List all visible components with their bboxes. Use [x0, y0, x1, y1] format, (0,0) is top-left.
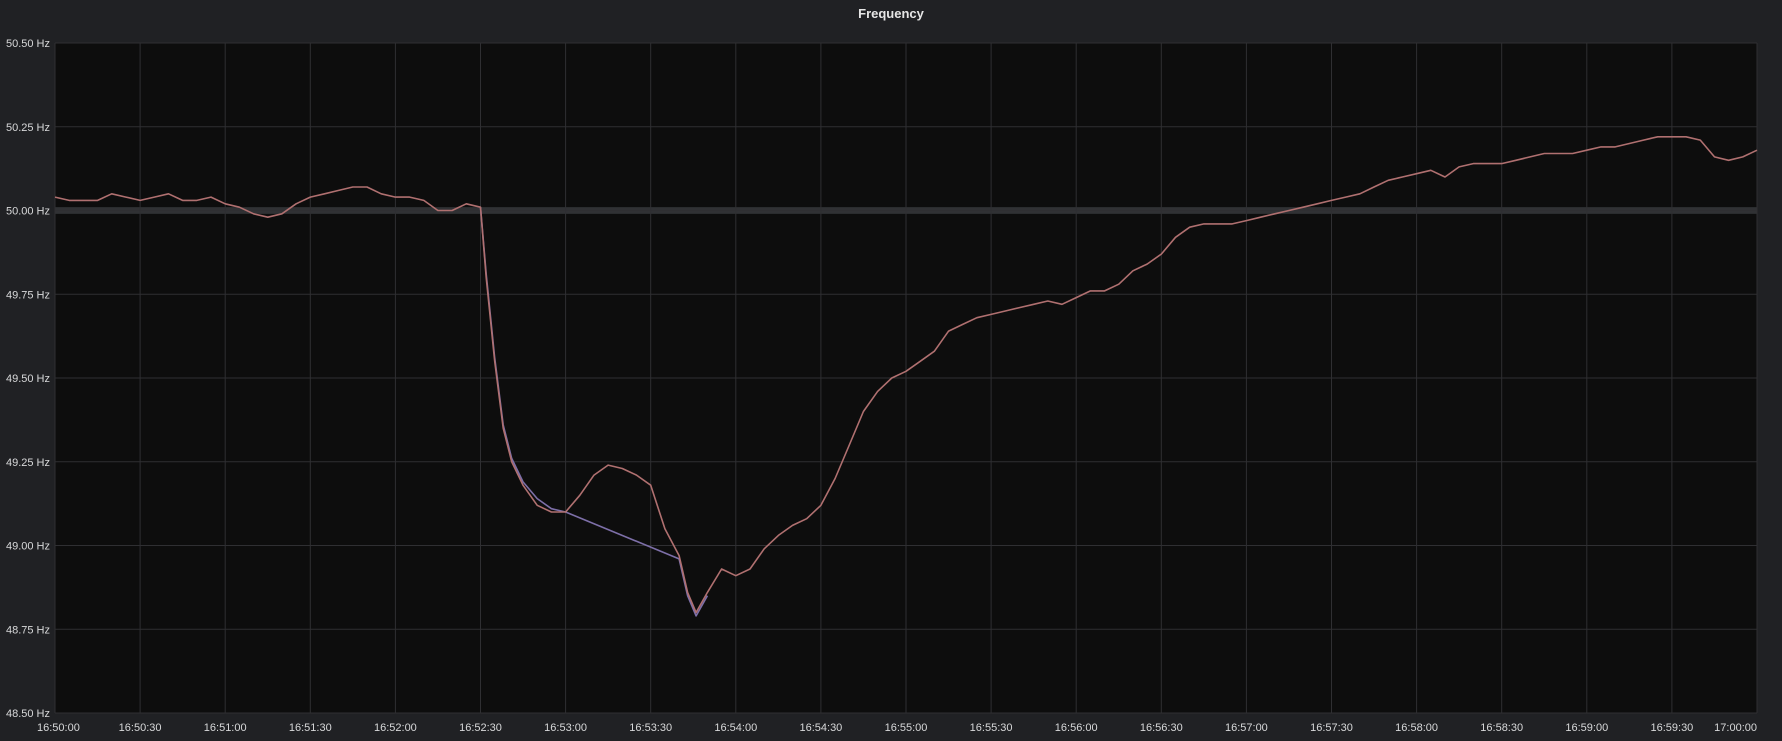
x-tick-label: 16:54:00 — [714, 722, 757, 734]
x-tick-label: 16:55:00 — [885, 722, 928, 734]
x-tick-label: 16:59:30 — [1650, 722, 1693, 734]
x-tick-label: 16:54:30 — [799, 722, 842, 734]
x-tick-label: 16:57:30 — [1310, 722, 1353, 734]
y-tick-label: 50.50 Hz — [6, 38, 50, 50]
x-tick-label: 16:55:30 — [970, 722, 1013, 734]
grid-layer — [54, 42, 1758, 714]
x-tick-label: 16:57:00 — [1225, 722, 1268, 734]
y-tick-label: 48.75 Hz — [6, 624, 50, 636]
frequency-line-chart: 48.50 Hz 48.75 Hz 49.00 Hz 49.25 Hz 49.50 Hz… — [6, 38, 1758, 734]
x-tick-label: 16:52:00 — [374, 722, 417, 734]
y-tick-label: 49.75 Hz — [6, 289, 50, 301]
y-tick-label: 49.50 Hz — [6, 373, 50, 385]
x-axis-ticks: 16:50:00 16:50:30 16:51:00 16:51:30 16:52:00… — [37, 722, 1757, 734]
x-tick-label: 17:00:00 — [1714, 722, 1757, 734]
x-tick-label: 16:56:30 — [1140, 722, 1183, 734]
x-tick-label: 16:50:00 — [37, 722, 80, 734]
x-tick-label: 16:58:30 — [1480, 722, 1523, 734]
x-tick-label: 16:53:30 — [629, 722, 672, 734]
x-tick-label: 16:58:00 — [1395, 722, 1438, 734]
y-tick-label: 49.25 Hz — [6, 457, 50, 469]
chart-panel: Frequency 48.50 Hz 48.75 Hz 49.00 Hz 49.25 … — [0, 0, 1782, 741]
x-tick-label: 16:59:00 — [1565, 722, 1608, 734]
x-tick-label: 16:50:30 — [119, 722, 162, 734]
y-axis-ticks: 48.50 Hz 48.75 Hz 49.00 Hz 49.25 Hz 49.50 Hz… — [6, 38, 50, 720]
x-tick-label: 16:53:00 — [544, 722, 587, 734]
y-tick-label: 50.00 Hz — [6, 206, 50, 218]
x-tick-label: 16:52:30 — [459, 722, 502, 734]
x-tick-label: 16:56:00 — [1055, 722, 1098, 734]
x-tick-label: 16:51:30 — [289, 722, 332, 734]
y-tick-label: 49.00 Hz — [6, 541, 50, 553]
y-tick-label: 48.50 Hz — [6, 708, 50, 720]
x-tick-label: 16:51:00 — [204, 722, 247, 734]
y-tick-label: 50.25 Hz — [6, 122, 50, 134]
